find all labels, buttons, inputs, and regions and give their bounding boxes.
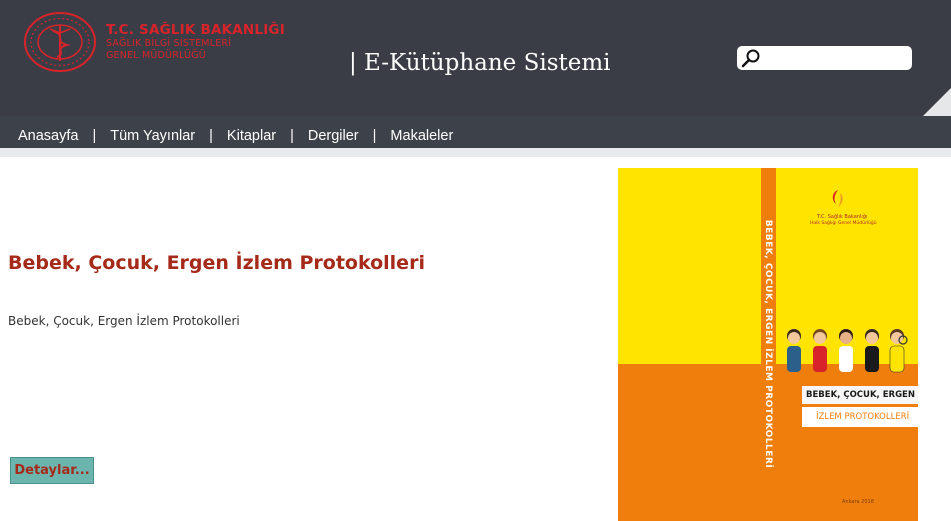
cover-band-title: BEBEK, ÇOCUK, ERGEN bbox=[802, 386, 918, 404]
book-description: Bebek, Çocuk, Ergen İzlem Protokolleri bbox=[8, 314, 240, 328]
cover-title-band: BEBEK, ÇOCUK, ERGEN İZLEM PROTOKOLLERİ bbox=[802, 386, 918, 431]
logo-line-directorate: GENEL MÜDÜRLÜĞÜ bbox=[106, 50, 206, 61]
cover-logo-icon bbox=[832, 190, 843, 207]
cover-band-subtitle: İZLEM PROTOKOLLERİ bbox=[802, 407, 918, 427]
search-icon[interactable] bbox=[740, 48, 762, 68]
search-box[interactable] bbox=[737, 46, 912, 70]
nav-separator: | bbox=[290, 128, 294, 144]
cover-logo-line2: Halk Sağlığı Genel Müdürlüğü bbox=[810, 221, 877, 226]
nav-item-articles[interactable]: Makaleler bbox=[390, 128, 453, 144]
corner-fold-icon bbox=[923, 88, 951, 116]
ministry-emblem-icon[interactable] bbox=[23, 11, 97, 73]
cover-spine-text: BEBEK, ÇOCUK, ERGEN İZLEM PROTOKOLLERİ bbox=[763, 219, 773, 469]
nav-separator: | bbox=[209, 128, 213, 144]
ministry-logo-text[interactable]: T.C. SAĞLIK BAKANLIĞI SAĞLIK BİLGİ SİSTE… bbox=[106, 22, 285, 62]
book-title[interactable]: Bebek, Çocuk, Ergen İzlem Protokolleri bbox=[8, 252, 425, 274]
nav-item-home[interactable]: Anasayfa bbox=[18, 128, 78, 144]
cover-logo-line1: T.C. Sağlık Bakanlığı bbox=[817, 214, 868, 220]
main-nav: Anasayfa | Tüm Yayınlar | Kitaplar | Der… bbox=[0, 116, 951, 148]
nav-separator: | bbox=[92, 128, 97, 144]
nav-item-journals[interactable]: Dergiler bbox=[308, 128, 359, 144]
search-input[interactable] bbox=[765, 48, 905, 68]
cover-footer-text: Ankara 2018 bbox=[842, 499, 874, 505]
book-cover-image[interactable]: BEBEK, ÇOCUK, ERGEN İZLEM PROTOKOLLERİ T… bbox=[618, 168, 918, 521]
nav-item-books[interactable]: Kitaplar bbox=[227, 128, 276, 144]
nav-bottom-strip bbox=[0, 148, 951, 157]
nav-item-all-publications[interactable]: Tüm Yayınlar bbox=[110, 128, 195, 144]
logo-line-ministry: T.C. SAĞLIK BAKANLIĞI bbox=[106, 22, 285, 38]
site-header: T.C. SAĞLIK BAKANLIĞI SAĞLIK BİLGİ SİSTE… bbox=[0, 0, 951, 116]
logo-line-department: SAĞLIK BİLGİ SİSTEMLERİ bbox=[106, 38, 232, 49]
site-title: | E-Kütüphane Sistemi bbox=[349, 50, 611, 76]
cover-children-illustration-icon bbox=[787, 329, 908, 373]
nav-separator: | bbox=[372, 128, 377, 144]
details-button[interactable]: Detaylar... bbox=[10, 457, 94, 484]
